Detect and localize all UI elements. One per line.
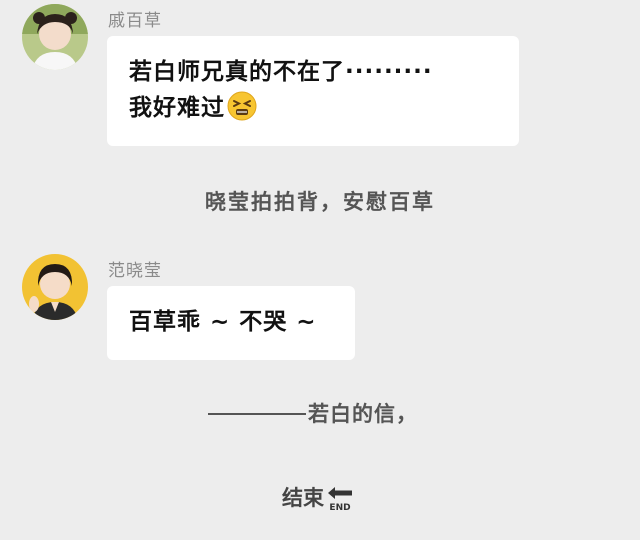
message-text-line-with-emoji: 我好难过: [129, 90, 497, 126]
letter-text: 若白的信，: [308, 402, 418, 426]
sender-name: 范晓莹: [108, 261, 162, 281]
narration-text: 晓莹拍拍背，安慰百草: [205, 190, 435, 214]
message-bubble[interactable]: 若白师兄真的不在了········· 我好难过: [107, 36, 519, 146]
sender-name: 戚百草: [108, 11, 162, 31]
message-bubble[interactable]: 百草乖 ~ 不哭 ~: [107, 286, 355, 360]
message-text-line: 百草乖 ~ 不哭 ~: [129, 309, 317, 335]
persevering-face-emoji-icon: [227, 91, 257, 121]
message-text-line: 若白师兄真的不在了·········: [129, 59, 433, 85]
avatar-fan-xiaoying-image: [22, 254, 88, 320]
avatar-qi-baicao-image: [22, 4, 88, 70]
em-dash-line: [208, 413, 306, 415]
end-marker: 结束 END: [282, 482, 354, 512]
end-label: 结束: [282, 486, 324, 510]
end-arrow-icon: END: [328, 487, 352, 511]
message-text-line: 我好难过: [129, 95, 225, 121]
letter-caption: 若白的信，: [208, 398, 418, 428]
end-icon-text: END: [329, 503, 350, 511]
avatar-qi-baicao[interactable]: [22, 4, 88, 70]
avatar-fan-xiaoying[interactable]: [22, 254, 88, 320]
